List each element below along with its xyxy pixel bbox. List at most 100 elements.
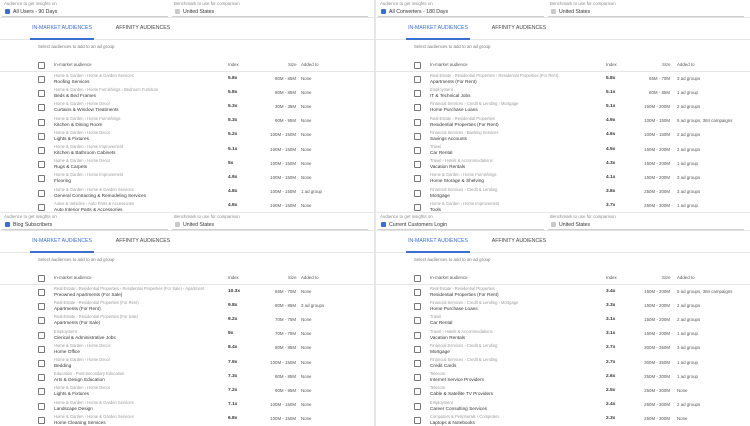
row-checkbox[interactable] [414, 416, 421, 424]
row-checkbox[interactable] [38, 345, 45, 353]
row-checkbox[interactable] [414, 132, 421, 140]
row-checkbox[interactable] [38, 388, 45, 396]
select-all-checkbox[interactable] [414, 62, 421, 69]
row-checkbox[interactable] [414, 203, 421, 211]
row-checkbox[interactable] [414, 303, 421, 311]
tab-in-market-audiences[interactable]: IN-MARKET AUDIENCES [406, 19, 470, 40]
audience-selector-value[interactable]: All Converters - 180 Days [389, 9, 448, 15]
tab-affinity-audiences[interactable]: AFFINITY AUDIENCES [484, 19, 554, 38]
audience-selector[interactable]: Audience to get insights on Blog Subscrib… [2, 213, 168, 230]
column-header-size[interactable]: Size [662, 62, 671, 67]
benchmark-selector-value[interactable]: United States [183, 9, 214, 15]
row-checkbox[interactable] [38, 203, 45, 211]
row-checkbox[interactable] [38, 303, 45, 311]
audience-selector-value[interactable]: All Users - 90 Days [13, 9, 57, 15]
tab-in-market-audiences[interactable]: IN-MARKET AUDIENCES [30, 232, 94, 253]
tab-affinity-audiences[interactable]: AFFINITY AUDIENCES [484, 232, 554, 251]
row-checkbox[interactable] [38, 76, 45, 83]
row-checkbox[interactable] [414, 76, 421, 83]
audience-category-path: Employment [430, 399, 453, 405]
row-checkbox[interactable] [38, 132, 45, 140]
index-value: 2.7x [606, 345, 616, 351]
benchmark-selector-value[interactable]: United States [559, 222, 590, 228]
row-checkbox[interactable] [38, 175, 45, 183]
benchmark-selector-underline [548, 229, 744, 230]
index-value: 2.4x [606, 402, 616, 408]
audience-selector-value[interactable]: Blog Subscribers [13, 222, 52, 228]
row-checkbox[interactable] [38, 374, 45, 382]
tab-in-market-audiences[interactable]: IN-MARKET AUDIENCES [406, 232, 470, 253]
column-header-index[interactable]: Index [606, 62, 617, 67]
column-header-index[interactable]: Index [228, 62, 239, 67]
audience-selector[interactable]: Audience to get insights on All Users - 9… [2, 0, 168, 17]
row-checkbox[interactable] [414, 147, 421, 154]
select-all-checkbox[interactable] [38, 275, 45, 282]
row-checkbox[interactable] [414, 374, 421, 382]
audience-category-path: Home & Garden › Home Improvement [54, 144, 124, 149]
select-all-checkbox[interactable] [38, 62, 45, 69]
benchmark-selector[interactable]: Benchmark to use for comparison United St… [548, 213, 744, 230]
table-row: Home & Garden › Home Decor Lights & Fixtu… [0, 129, 374, 143]
select-all-checkbox[interactable] [414, 275, 421, 282]
row-checkbox[interactable] [414, 345, 421, 353]
table-header: In-market audience Index Size Added to [376, 272, 750, 285]
row-checkbox[interactable] [38, 402, 45, 410]
row-checkbox[interactable] [414, 289, 421, 296]
row-checkbox[interactable] [38, 118, 45, 126]
column-header-size[interactable]: Size [662, 275, 671, 280]
added-to-value: None [301, 416, 312, 422]
audience-category-path: Home & Garden › Home & Garden Services [54, 413, 134, 419]
index-value: 10.3x [228, 288, 241, 294]
row-checkbox[interactable] [414, 388, 421, 396]
column-header-size[interactable]: Size [288, 275, 297, 280]
benchmark-selector-value[interactable]: United States [559, 9, 590, 15]
table-row: Education › Post-Secondary Education Arts… [0, 370, 374, 384]
row-checkbox[interactable] [414, 104, 421, 112]
column-header-index[interactable]: Index [606, 275, 617, 280]
row-checkbox[interactable] [414, 161, 421, 169]
audience-name: IT & Technical Jobs [430, 93, 471, 99]
row-checkbox[interactable] [414, 118, 421, 126]
row-checkbox[interactable] [38, 189, 45, 197]
row-checkbox[interactable] [414, 360, 421, 367]
row-checkbox[interactable] [38, 161, 45, 169]
column-header-added-to: Added to [301, 275, 319, 280]
benchmark-selector[interactable]: Benchmark to use for comparison United St… [172, 213, 368, 230]
index-value: 4.3x [606, 160, 616, 166]
added-to-value: 2 ad groups [677, 103, 701, 109]
benchmark-selector[interactable]: Benchmark to use for comparison United St… [548, 0, 744, 17]
row-checkbox[interactable] [38, 147, 45, 154]
audience-selector-value[interactable]: Current Customers Login [389, 222, 447, 228]
audience-name: Home Storage & Shelving [430, 178, 484, 184]
tab-affinity-audiences[interactable]: AFFINITY AUDIENCES [108, 232, 178, 251]
audience-category-path: Home & Garden › Home Improvement [430, 200, 500, 206]
added-to-value: None [301, 203, 312, 209]
row-checkbox[interactable] [38, 331, 45, 339]
audience-selector-underline [2, 229, 168, 230]
row-checkbox[interactable] [414, 402, 421, 410]
column-header-size[interactable]: Size [288, 62, 297, 67]
benchmark-selector-value[interactable]: United States [183, 222, 214, 228]
audience-selector[interactable]: Audience to get insights on Current Custo… [378, 213, 544, 230]
audience-selector[interactable]: Audience to get insights on All Converter… [378, 0, 544, 17]
audience-name: Lights & Fixtures [54, 391, 89, 397]
tab-in-market-audiences[interactable]: IN-MARKET AUDIENCES [30, 19, 94, 40]
row-checkbox[interactable] [414, 90, 421, 98]
audience-size: 100M - 150M [270, 160, 296, 166]
row-checkbox[interactable] [414, 175, 421, 183]
benchmark-selector[interactable]: Benchmark to use for comparison United St… [172, 0, 368, 17]
tab-affinity-audiences[interactable]: AFFINITY AUDIENCES [108, 19, 178, 38]
row-checkbox[interactable] [38, 289, 45, 296]
row-checkbox[interactable] [414, 331, 421, 339]
row-checkbox[interactable] [414, 317, 421, 325]
row-checkbox[interactable] [38, 360, 45, 367]
added-to-value: None [677, 387, 688, 393]
row-checkbox[interactable] [414, 189, 421, 197]
audience-name: Mortgage [430, 348, 450, 354]
column-header-index[interactable]: Index [228, 275, 239, 280]
row-checkbox[interactable] [38, 416, 45, 424]
index-value: 4.9x [606, 118, 616, 124]
row-checkbox[interactable] [38, 317, 45, 325]
row-checkbox[interactable] [38, 104, 45, 112]
row-checkbox[interactable] [38, 90, 45, 98]
